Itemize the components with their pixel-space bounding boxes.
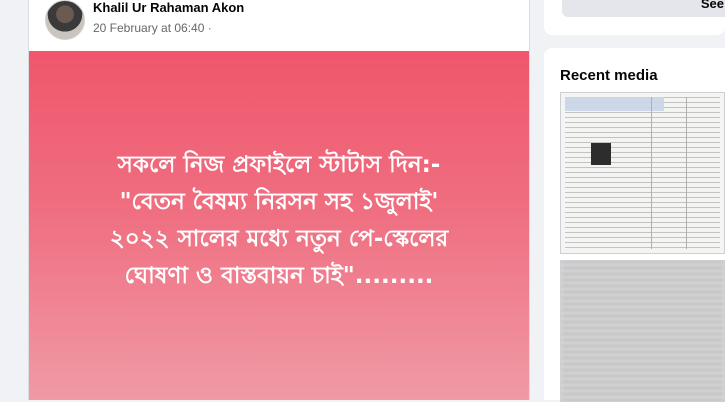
blurred-document <box>561 261 724 401</box>
post-card: Khalil Ur Rahaman Akon 20 February at 06… <box>28 0 530 400</box>
status-background: সকলে নিজ প্রফাইলে স্টাটাস দিন:- "বেতন বৈ… <box>29 51 529 400</box>
recent-media-panel: Recent media <box>544 48 725 402</box>
post-header: Khalil Ur Rahaman Akon 20 February at 06… <box>29 0 529 50</box>
newspaper-header <box>565 97 664 111</box>
newspaper-column-divider <box>651 97 652 249</box>
author-name[interactable]: Khalil Ur Rahaman Akon <box>93 0 244 15</box>
sidebar-top-card: See <box>544 0 725 35</box>
media-thumbnail[interactable] <box>560 260 725 402</box>
newspaper-text-lines <box>565 97 720 249</box>
avatar[interactable] <box>45 0 85 40</box>
recent-media-title: Recent media <box>560 67 658 84</box>
post-timestamp[interactable]: 20 February at 06:40 · <box>93 21 212 35</box>
status-text: সকলে নিজ প্রফাইলে স্টাটাস দিন:- "বেতন বৈ… <box>109 152 449 289</box>
media-thumbnail[interactable] <box>560 92 725 254</box>
see-button[interactable]: See <box>562 0 725 17</box>
newspaper-column-divider <box>686 97 687 249</box>
newspaper-photo <box>591 143 611 165</box>
